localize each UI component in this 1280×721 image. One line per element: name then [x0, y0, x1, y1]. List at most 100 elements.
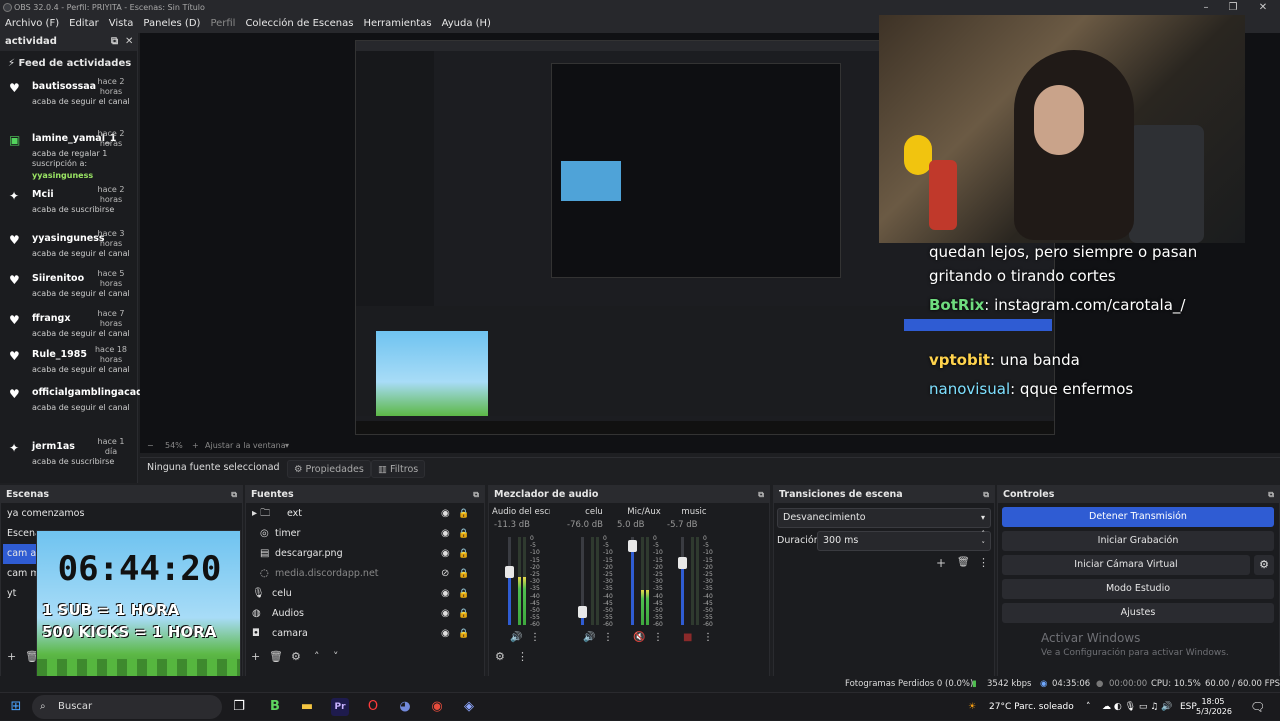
dock-float-icon[interactable]: ⧉	[1268, 486, 1274, 503]
menu-item[interactable]: Editar	[64, 15, 104, 33]
lock-icon[interactable]: 🔒	[458, 524, 469, 544]
source-item[interactable]: ▸ 🗀 ext ◉ 🔒	[250, 504, 476, 524]
menu-item[interactable]: Vista	[104, 15, 139, 33]
lock-icon[interactable]: 🔒	[458, 544, 469, 564]
transition-select[interactable]: Desvanecimiento ▾	[777, 508, 991, 528]
menu-item[interactable]: Herramientas	[358, 15, 436, 33]
taskbar-clock[interactable]: 18:05 5/3/2026	[1196, 697, 1232, 717]
transition-more-icon[interactable]: ⋮	[978, 556, 989, 569]
lock-icon[interactable]: 🔒	[458, 504, 469, 524]
volume-fader[interactable]	[578, 537, 587, 625]
filters-button[interactable]: ▥ Filtros	[371, 460, 426, 478]
menu-item[interactable]: Paneles (D)	[138, 15, 205, 33]
fader-fill	[508, 572, 511, 625]
move-down-button[interactable]: ˅	[333, 650, 339, 663]
menu-item[interactable]: Ayuda (H)	[437, 15, 496, 33]
minimize-button[interactable]: –	[1191, 0, 1221, 15]
fader-knob[interactable]	[578, 605, 587, 618]
eye-icon[interactable]: ◉	[441, 504, 450, 524]
speaker-icon[interactable]: 🔊	[583, 632, 595, 643]
chevron-down-icon[interactable]: ▾	[285, 438, 289, 454]
studio-mode-button[interactable]: Modo Estudio	[1002, 579, 1274, 599]
dock-float-icon[interactable]: ⧉	[983, 486, 989, 503]
lock-icon[interactable]: 🔒	[458, 624, 469, 644]
muted-speaker-icon[interactable]: 🔇	[633, 632, 645, 643]
source-item[interactable]: ▤ descargar.png ◉ 🔒	[250, 544, 476, 564]
virtual-camera-settings-icon[interactable]: ⚙	[1254, 555, 1274, 575]
spin-arrows-icon[interactable]: ˄ ˅	[982, 529, 986, 551]
volume-fader[interactable]	[505, 537, 514, 625]
fader-knob[interactable]	[628, 539, 637, 552]
zoom-out-button[interactable]: −	[147, 438, 154, 454]
muted-speaker-icon[interactable]: ■	[683, 632, 692, 643]
opera-icon[interactable]: O	[364, 698, 382, 716]
task-view-icon[interactable]: ❐	[230, 698, 248, 716]
lock-icon[interactable]: 🔒	[458, 584, 469, 604]
channel-more-icon[interactable]: ⋮	[703, 632, 713, 643]
volume-fader[interactable]	[678, 537, 687, 625]
tray-icons[interactable]: ☁ ◐ 🎙 ▭ ♫ 🔊	[1102, 693, 1172, 721]
file-explorer-icon[interactable]: ▬	[298, 698, 316, 716]
fit-to-window[interactable]: Ajustar a la ventana	[205, 438, 286, 454]
settings-button[interactable]: Ajustes	[1002, 603, 1274, 623]
duration-spinbox[interactable]: 300 ms ˄ ˅	[817, 529, 991, 551]
fader-knob[interactable]	[505, 566, 514, 579]
remove-source-button[interactable]: 🗑	[269, 650, 283, 663]
windows-start-icon[interactable]: ⊞	[7, 698, 25, 716]
dock-float-icon[interactable]: ⧉	[231, 486, 237, 503]
fader-knob[interactable]	[678, 557, 687, 570]
lock-icon[interactable]: 🔒	[458, 564, 469, 584]
close-button[interactable]: ✕	[1248, 0, 1278, 15]
discord-icon[interactable]: ◕	[396, 698, 414, 716]
float-dock-icon[interactable]: ⧉	[111, 33, 118, 51]
source-settings-icon[interactable]: ⚙	[291, 650, 301, 663]
dock-float-icon[interactable]: ⧉	[758, 486, 764, 503]
eye-icon[interactable]: ◉	[441, 624, 450, 644]
eye-hidden-icon[interactable]: ⊘	[441, 564, 449, 584]
menu-item[interactable]: Perfil	[205, 15, 240, 33]
move-up-button[interactable]: ˄	[314, 650, 320, 663]
lock-icon[interactable]: 🔒	[458, 604, 469, 624]
properties-button[interactable]: ⚙ Propiedades	[287, 460, 371, 478]
start-recording-button[interactable]: Iniciar Grabación	[1002, 531, 1274, 551]
tray-chevron-icon[interactable]: ˄	[1086, 693, 1091, 721]
channel-more-icon[interactable]: ⋮	[653, 632, 663, 643]
speaker-icon[interactable]: 🔊	[510, 632, 522, 643]
source-item[interactable]: ◎ timer ◉ 🔒	[250, 524, 476, 544]
eye-icon[interactable]: ◉	[441, 544, 450, 564]
taskbar-search[interactable]: ⌕ Buscar	[32, 695, 222, 719]
feed-item: ♥ ffrangx hace 7 horas acaba de seguir el c…	[0, 309, 136, 349]
stop-stream-button[interactable]: Detener Transmisión	[1002, 507, 1274, 527]
scene-item[interactable]: ya comenzamos	[3, 504, 239, 524]
source-item[interactable]: ◌ media.discordapp.net ⊘ 🔒	[250, 564, 476, 584]
menu-item[interactable]: Colección de Escenas	[240, 15, 358, 33]
app-icon[interactable]: ◈	[460, 698, 478, 716]
volume-fader[interactable]	[628, 537, 637, 625]
channel-more-icon[interactable]: ⋮	[530, 632, 540, 643]
eye-icon[interactable]: ◉	[441, 584, 450, 604]
eye-icon[interactable]: ◉	[441, 524, 450, 544]
close-dock-icon[interactable]: ✕	[125, 33, 133, 51]
channel-more-icon[interactable]: ⋮	[603, 632, 613, 643]
source-item[interactable]: 🎙 celu ◉ 🔒	[250, 584, 476, 604]
dock-float-icon[interactable]: ⧉	[473, 486, 479, 503]
menu-item[interactable]: Archivo (F)	[0, 15, 64, 33]
app-b-icon[interactable]: B	[266, 698, 284, 716]
obs-logo-icon	[3, 3, 12, 12]
language[interactable]: ESP	[1180, 693, 1197, 721]
add-scene-button[interactable]: +	[7, 650, 16, 663]
zoom-in-button[interactable]: +	[192, 438, 199, 454]
add-transition-button[interactable]: +	[936, 556, 946, 570]
remove-transition-button[interactable]: 🗑	[957, 557, 970, 568]
source-item[interactable]: ◘ camara ◉ 🔒	[250, 624, 476, 644]
activity-dock-title: actividad	[5, 36, 57, 47]
start-virtual-camera-button[interactable]: Iniciar Cámara Virtual	[1002, 555, 1250, 575]
premiere-icon[interactable]: Pr	[331, 698, 349, 716]
add-source-button[interactable]: +	[251, 650, 260, 663]
scale-tick: -60	[653, 621, 663, 629]
chrome-icon[interactable]: ◉	[428, 698, 446, 716]
eye-icon[interactable]: ◉	[441, 604, 450, 624]
source-item[interactable]: ◍ Audios ◉ 🔒	[250, 604, 476, 624]
notifications-icon[interactable]: 🗨	[1250, 693, 1265, 721]
maximize-button[interactable]: ❐	[1218, 0, 1248, 15]
